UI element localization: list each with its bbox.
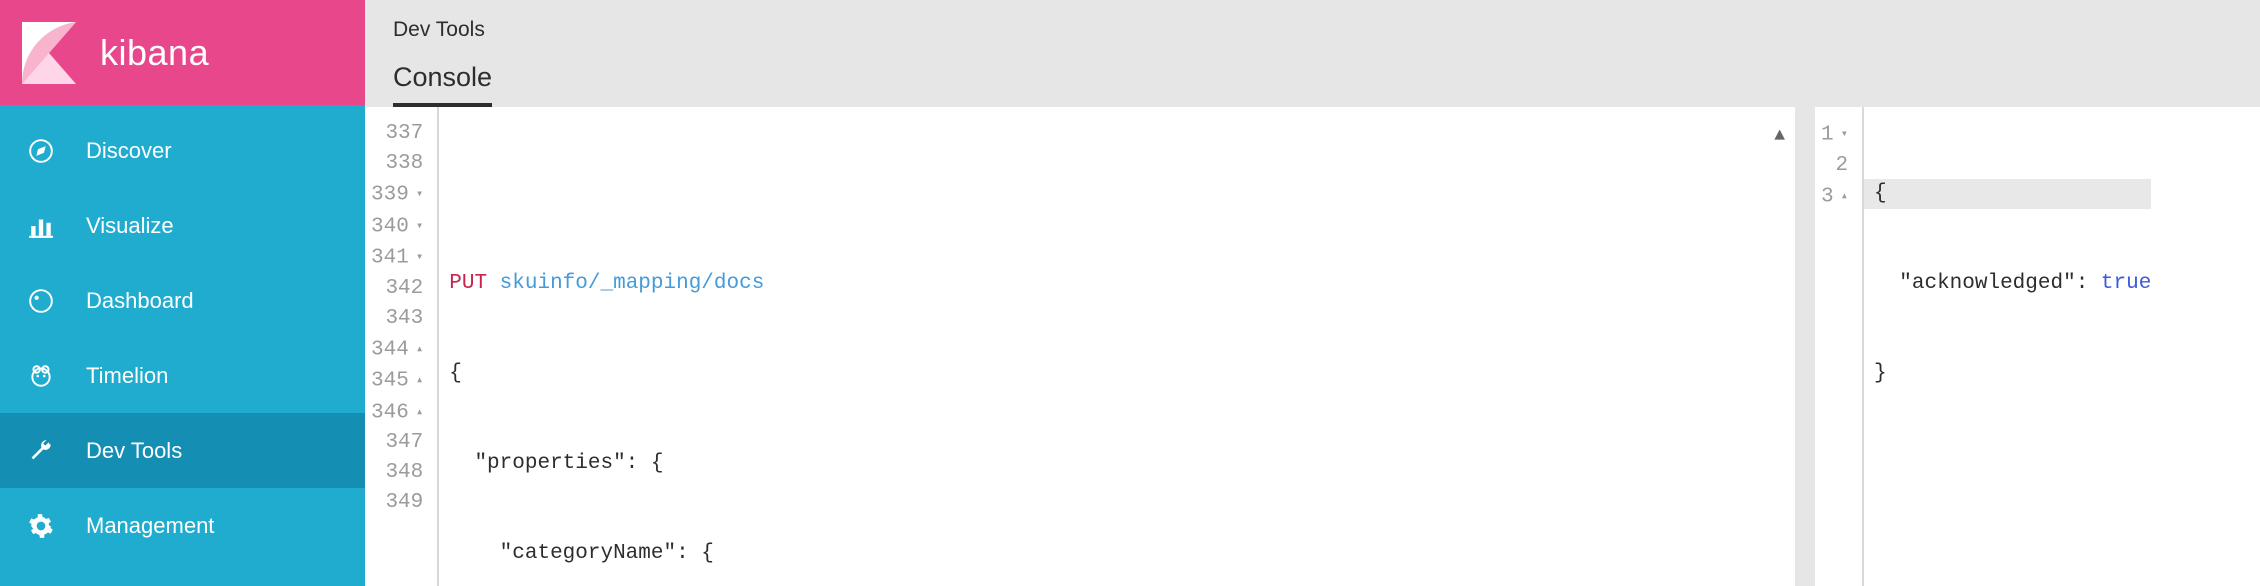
line-number[interactable]: 339: [365, 179, 429, 211]
app-name: kibana: [100, 32, 209, 74]
sidebar-item-dashboard[interactable]: Dashboard: [0, 263, 365, 338]
line-number: 2: [1815, 151, 1854, 181]
line-number: 342: [365, 274, 429, 304]
sidebar-nav: Discover Visualize Dashboard: [0, 105, 365, 563]
tabs: Console: [393, 62, 2232, 107]
code-line: {: [439, 359, 764, 389]
http-method: PUT: [449, 272, 487, 295]
code-line: "acknowledged": true: [1864, 269, 2151, 299]
line-number: 343: [365, 304, 429, 334]
sidebar: kibana Discover Visualize: [0, 0, 365, 586]
line-number: 337: [365, 119, 429, 149]
request-path: skuinfo/_mapping/docs: [500, 272, 765, 295]
line-number[interactable]: 3: [1815, 181, 1854, 213]
line-number[interactable]: 346: [365, 397, 429, 429]
sidebar-item-visualize[interactable]: Visualize: [0, 188, 365, 263]
code-line: {: [1864, 179, 2151, 209]
compass-icon: [26, 136, 56, 166]
wrench-icon: [26, 436, 56, 466]
code-line: [439, 179, 764, 209]
tab-console[interactable]: Console: [393, 62, 492, 107]
execute-request-icon[interactable]: ▲: [1774, 121, 1785, 151]
barchart-icon: [26, 211, 56, 241]
response-gutter: 1 2 3: [1815, 107, 1862, 586]
gear-icon: [26, 511, 56, 541]
line-number: 348: [365, 458, 429, 488]
sidebar-item-timelion[interactable]: Timelion: [0, 338, 365, 413]
line-number: 338: [365, 149, 429, 179]
bool-literal: true: [2101, 272, 2151, 295]
code-line: }: [1864, 359, 2151, 389]
line-number[interactable]: 340: [365, 211, 429, 243]
line-number[interactable]: 341: [365, 242, 429, 274]
main-area: Dev Tools Console 337 338 339 340 341 34…: [365, 0, 2260, 586]
sidebar-item-label: Management: [86, 513, 214, 539]
request-code[interactable]: PUT skuinfo/_mapping/docs { "properties"…: [437, 107, 764, 586]
request-gutter: 337 338 339 340 341 342 343 344 345 346 …: [365, 107, 437, 586]
sidebar-item-discover[interactable]: Discover: [0, 113, 365, 188]
sidebar-item-label: Dashboard: [86, 288, 194, 314]
console-panes: 337 338 339 340 341 342 343 344 345 346 …: [365, 107, 2260, 586]
sidebar-item-label: Visualize: [86, 213, 174, 239]
json-key: "acknowledged": [1899, 272, 2075, 295]
breadcrumb: Dev Tools: [393, 18, 2232, 42]
line-number[interactable]: 344: [365, 334, 429, 366]
code-line: "categoryName": {: [439, 539, 764, 569]
sidebar-item-management[interactable]: Management: [0, 488, 365, 563]
kibana-logo-icon: [22, 22, 76, 84]
code-line: "properties": {: [439, 449, 764, 479]
gauge-icon: [26, 286, 56, 316]
logo-bar: kibana: [0, 0, 365, 105]
response-code: { "acknowledged": true }: [1862, 107, 2151, 586]
request-editor[interactable]: 337 338 339 340 341 342 343 344 345 346 …: [365, 107, 1815, 586]
line-number[interactable]: 345: [365, 365, 429, 397]
timelion-icon: [26, 361, 56, 391]
line-number: 349: [365, 488, 429, 518]
sidebar-item-label: Timelion: [86, 363, 168, 389]
sidebar-item-devtools[interactable]: Dev Tools: [0, 413, 365, 488]
line-number: 347: [365, 428, 429, 458]
sidebar-item-label: Discover: [86, 138, 172, 164]
line-number[interactable]: 1: [1815, 119, 1854, 151]
response-viewer: 1 2 3 { "acknowledged": true }: [1815, 107, 2260, 586]
sidebar-item-label: Dev Tools: [86, 438, 182, 464]
code-line: PUT skuinfo/_mapping/docs: [439, 269, 764, 299]
top-header: Dev Tools Console: [365, 0, 2260, 107]
